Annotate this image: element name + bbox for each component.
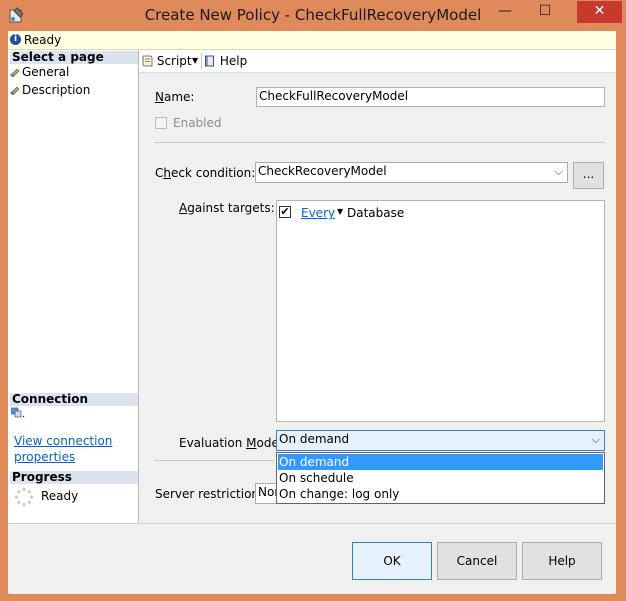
enabled-label: Enabled xyxy=(173,116,222,130)
status-banner: i Ready xyxy=(8,31,616,50)
minimize-button[interactable]: — xyxy=(490,1,520,23)
toolbar: Script ▼ Help xyxy=(139,50,616,73)
progress-spinner-icon xyxy=(14,487,34,507)
progress-status: Ready xyxy=(41,489,79,503)
view-connection-link-cont[interactable]: properties xyxy=(14,450,75,464)
script-dropdown-arrow-icon[interactable]: ▼ xyxy=(192,53,198,69)
button-bar: OK Cancel Help xyxy=(8,523,616,594)
help-label: Help xyxy=(219,54,248,68)
name-input[interactable]: CheckFullRecoveryModel xyxy=(256,87,605,107)
status-text: Ready xyxy=(24,33,62,47)
script-label: Script xyxy=(156,54,192,68)
left-pane: Select a page General Description Connec… xyxy=(8,50,139,523)
server-restriction-label: Server restriction xyxy=(155,487,260,501)
targets-list: ✔ Every ▼ Database xyxy=(276,200,605,422)
help-dialog-button[interactable]: Help xyxy=(522,542,602,580)
toolbar-separator xyxy=(201,53,202,69)
browse-condition-button[interactable]: ... xyxy=(573,162,604,189)
close-button[interactable]: ✕ xyxy=(577,1,622,23)
enabled-checkbox[interactable] xyxy=(155,117,167,129)
view-connection-link[interactable]: View connection xyxy=(14,434,112,448)
divider xyxy=(154,142,605,143)
check-condition-combo[interactable]: CheckRecoveryModel ⌵ xyxy=(255,162,568,183)
evaluation-option-on-change-log-only[interactable]: On change: log only xyxy=(278,486,603,502)
progress-header: Progress xyxy=(10,471,138,484)
server-icon xyxy=(10,407,22,418)
connection-header: Connection xyxy=(10,393,138,406)
maximize-button[interactable]: ☐ xyxy=(530,1,560,23)
target-dropdown-arrow-icon[interactable]: ▼ xyxy=(337,207,343,216)
script-button[interactable]: Script xyxy=(141,53,192,69)
target-every-link[interactable]: Every xyxy=(301,206,335,220)
dialog-client-area: i Ready Select a page General Descriptio… xyxy=(8,31,616,594)
page-item-general[interactable]: General xyxy=(10,64,69,80)
check-condition-label: Check condition: xyxy=(155,166,256,180)
divider xyxy=(154,460,274,461)
evaluation-option-on-demand[interactable]: On demand xyxy=(278,454,603,470)
script-icon xyxy=(142,55,153,67)
help-book-icon xyxy=(205,55,214,67)
info-icon: i xyxy=(10,34,21,45)
evaluation-mode-dropdown: On demand On schedule On change: log onl… xyxy=(276,452,605,504)
chevron-down-icon: ⌵ xyxy=(591,433,600,446)
evaluation-mode-label: Evaluation Mode: xyxy=(179,436,283,450)
title-bar: Create New Policy - CheckFullRecoveryMod… xyxy=(0,0,626,31)
name-label: Name: xyxy=(155,90,195,104)
against-targets-label: Against targets: xyxy=(179,201,275,215)
help-button[interactable]: Help xyxy=(204,53,247,69)
evaluation-mode-combo[interactable]: On demand ⌵ xyxy=(276,430,605,451)
evaluation-option-on-schedule[interactable]: On schedule xyxy=(278,470,603,486)
target-database-label: Database xyxy=(347,206,405,220)
server-connection: . xyxy=(10,407,26,421)
connection-name: . xyxy=(22,409,26,420)
page-item-description[interactable]: Description xyxy=(10,82,90,98)
evaluation-mode-value: On demand xyxy=(279,432,350,446)
select-page-header: Select a page xyxy=(10,51,138,64)
cancel-button[interactable]: Cancel xyxy=(437,542,517,580)
chevron-down-icon: ⌵ xyxy=(554,165,563,178)
target-checkbox[interactable]: ✔ xyxy=(279,206,291,218)
page-item-label: General xyxy=(22,65,70,79)
page-icon xyxy=(10,68,20,77)
page-item-label: Description xyxy=(22,83,91,97)
page-icon xyxy=(10,86,20,95)
check-condition-value: CheckRecoveryModel xyxy=(258,164,387,178)
ok-button[interactable]: OK xyxy=(352,542,432,580)
